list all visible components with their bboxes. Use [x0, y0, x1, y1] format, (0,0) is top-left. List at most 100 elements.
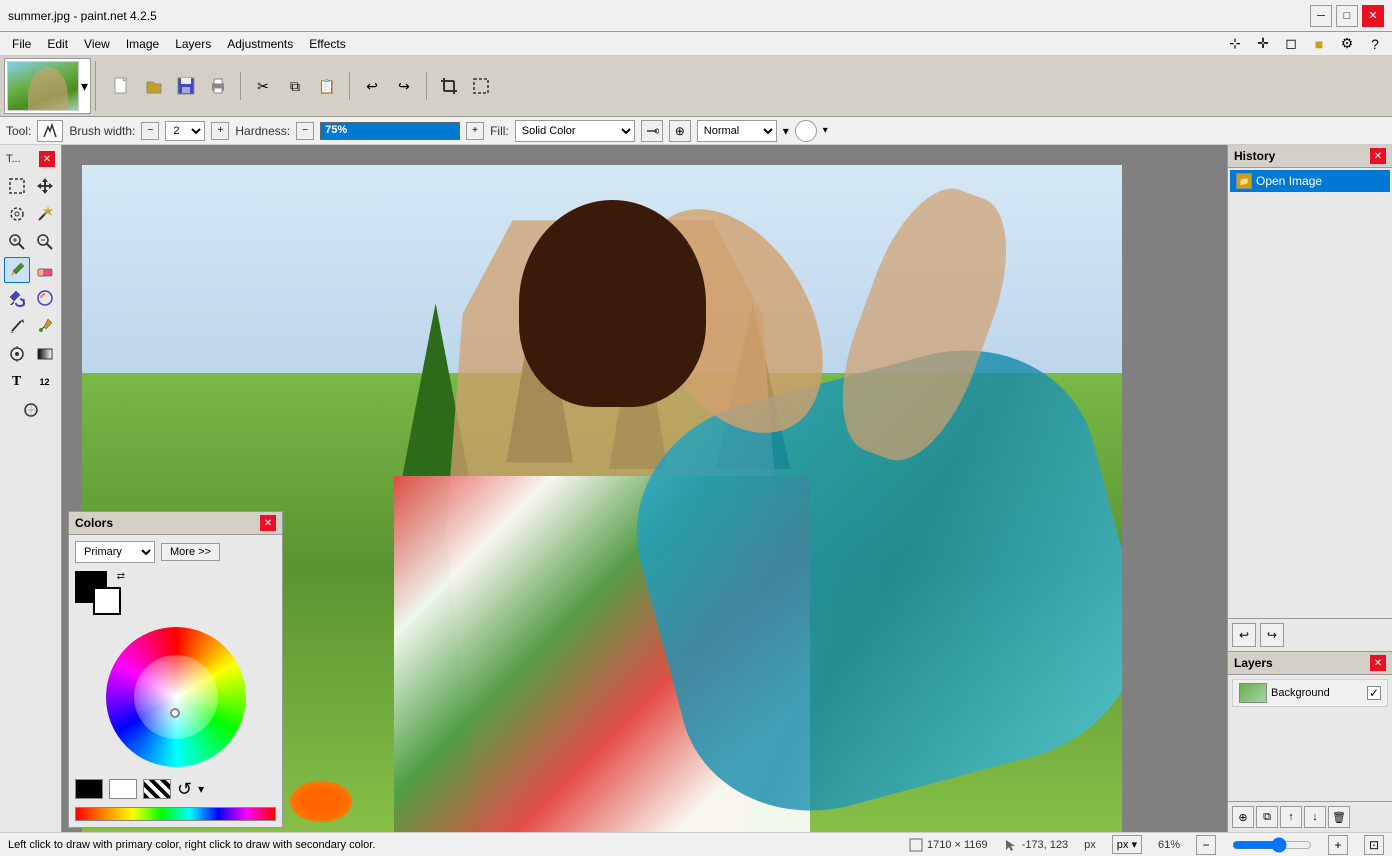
shapes-tool[interactable]	[4, 397, 58, 423]
paste-button[interactable]: 📋	[313, 72, 341, 100]
bucket-fill-tool[interactable]	[4, 285, 30, 311]
text-tool[interactable]: T	[4, 369, 30, 395]
menu-adjustments[interactable]: Adjustments	[219, 35, 301, 53]
close-window-button[interactable]: ✕	[1362, 5, 1384, 27]
eraser-tool[interactable]	[32, 257, 58, 283]
brush-width-select[interactable]: 2 35812	[165, 121, 205, 141]
pan-tool[interactable]	[32, 229, 58, 255]
tool-row-6	[2, 313, 59, 339]
crop-button[interactable]	[435, 72, 463, 100]
colors-close-button[interactable]: ✕	[260, 515, 276, 531]
layers-controls: ⊕ ⧉ ↑ ↓ 🗑	[1228, 801, 1392, 832]
history-close-button[interactable]: ✕	[1370, 148, 1386, 164]
rectangle-select-tool[interactable]	[4, 173, 30, 199]
select-all-button[interactable]	[467, 72, 495, 100]
history-redo-button[interactable]: ↪	[1260, 623, 1284, 647]
black-color-button[interactable]	[75, 779, 103, 799]
history-item[interactable]: 📁 Open Image	[1230, 170, 1390, 192]
print-button[interactable]	[204, 72, 232, 100]
recolor-tool[interactable]	[32, 285, 58, 311]
right-panel: History ✕ 📁 Open Image ↩ ↪ Layers ✕	[1227, 145, 1392, 832]
cut-button[interactable]: ✂	[249, 72, 277, 100]
hardness-plus[interactable]: +	[466, 122, 484, 140]
zoom-in-button[interactable]: +	[1328, 835, 1348, 855]
primary-secondary-select[interactable]: Primary Secondary	[75, 541, 155, 563]
layer-thumbnail	[1239, 683, 1267, 703]
hardness-bar-container[interactable]: 75%	[320, 122, 460, 140]
active-tool-icon[interactable]	[37, 120, 63, 142]
toolbox-close[interactable]: ✕	[39, 151, 55, 167]
new-button[interactable]	[108, 72, 136, 100]
paintbrush-tool[interactable]	[4, 257, 30, 283]
opacity-dropdown[interactable]: ▾	[823, 125, 828, 136]
menu-image[interactable]: Image	[118, 35, 167, 53]
fit-window-button[interactable]: ⊡	[1364, 835, 1384, 855]
lasso-tool[interactable]	[4, 201, 30, 227]
clone-stamp-tool[interactable]	[4, 341, 30, 367]
layer-item[interactable]: Background ✓	[1232, 679, 1388, 707]
history-undo-button[interactable]: ↩	[1232, 623, 1256, 647]
opacity-circle[interactable]	[795, 120, 817, 142]
blend-options-icon[interactable]	[641, 120, 663, 142]
copy-button[interactable]: ⧉	[281, 72, 309, 100]
zoom-out-button[interactable]: −	[1196, 835, 1216, 855]
menu-edit[interactable]: Edit	[39, 35, 76, 53]
blend-dropdown[interactable]: ▾	[783, 124, 789, 138]
magic-wand-tool[interactable]	[32, 201, 58, 227]
help-icon[interactable]: ?	[1362, 31, 1388, 57]
blend-mode-select[interactable]: Normal Multiply Screen Overlay	[697, 120, 777, 142]
move-layer-up-button[interactable]: ↑	[1280, 806, 1302, 828]
reset-colors-button[interactable]: ↺	[177, 780, 192, 798]
antialiasing-icon[interactable]: ⊕	[669, 120, 691, 142]
zoom-tool[interactable]	[4, 229, 30, 255]
menu-view[interactable]: View	[76, 35, 118, 53]
eyedropper-tool[interactable]	[32, 313, 58, 339]
layer-visibility-checkbox[interactable]: ✓	[1367, 686, 1381, 700]
sep2	[349, 72, 350, 100]
brush-width-plus[interactable]: +	[211, 122, 229, 140]
move-tool[interactable]	[32, 173, 58, 199]
transparent-button[interactable]	[143, 779, 171, 799]
open-button[interactable]	[140, 72, 168, 100]
settings-icon[interactable]: ⚙	[1334, 31, 1360, 57]
color-palette-bar[interactable]	[75, 807, 276, 821]
zoom-slider[interactable]	[1232, 837, 1312, 853]
colors-panel: Colors ✕ Primary Secondary More >> ⇄	[68, 511, 283, 828]
redo-button[interactable]: ↪	[390, 72, 418, 100]
thumbnail-dropdown[interactable]: ▾	[81, 78, 88, 95]
maximize-button[interactable]: □	[1336, 5, 1358, 27]
move-layer-down-button[interactable]: ↓	[1304, 806, 1326, 828]
color-wheel[interactable]	[106, 627, 246, 767]
white-color-button[interactable]	[109, 779, 137, 799]
color-icon[interactable]: ■	[1306, 31, 1332, 57]
select-tools-icon[interactable]: ⊹	[1222, 31, 1248, 57]
text-sub-icon: 12	[39, 377, 49, 387]
save-button[interactable]	[172, 72, 200, 100]
undo-button[interactable]: ↩	[358, 72, 386, 100]
tool-row-7	[2, 341, 59, 367]
toolbox-header: T... ✕	[2, 149, 59, 169]
layers-title: Layers	[1234, 656, 1273, 670]
duplicate-layer-button[interactable]: ⧉	[1256, 806, 1278, 828]
fill-select[interactable]: Solid Color Linear Gradient Radial Gradi…	[515, 120, 635, 142]
minimize-button[interactable]: ─	[1310, 5, 1332, 27]
view-icon[interactable]: ◻	[1278, 31, 1304, 57]
menu-file[interactable]: File	[4, 35, 39, 53]
menu-layers[interactable]: Layers	[167, 35, 219, 53]
text-sub-tool[interactable]: 12	[32, 369, 58, 395]
thumbnail-tab[interactable]: ▾	[4, 58, 91, 114]
more-colors-button[interactable]: More >>	[161, 543, 220, 561]
pencil-tool[interactable]	[4, 313, 30, 339]
palette-dropdown[interactable]: ▾	[198, 782, 204, 796]
add-layer-button[interactable]: ⊕	[1232, 806, 1254, 828]
layers-close-button[interactable]: ✕	[1370, 655, 1386, 671]
menu-effects[interactable]: Effects	[301, 35, 353, 53]
gradient-tool[interactable]	[32, 341, 58, 367]
unit-button[interactable]: px ▾	[1112, 835, 1142, 854]
hardness-minus[interactable]: −	[296, 122, 314, 140]
secondary-color-swatch[interactable]	[93, 587, 121, 615]
move-tools-icon[interactable]: ✛	[1250, 31, 1276, 57]
brush-width-minus[interactable]: −	[141, 122, 159, 140]
delete-layer-button[interactable]: 🗑	[1328, 806, 1350, 828]
swap-colors-button[interactable]: ⇄	[117, 571, 125, 582]
